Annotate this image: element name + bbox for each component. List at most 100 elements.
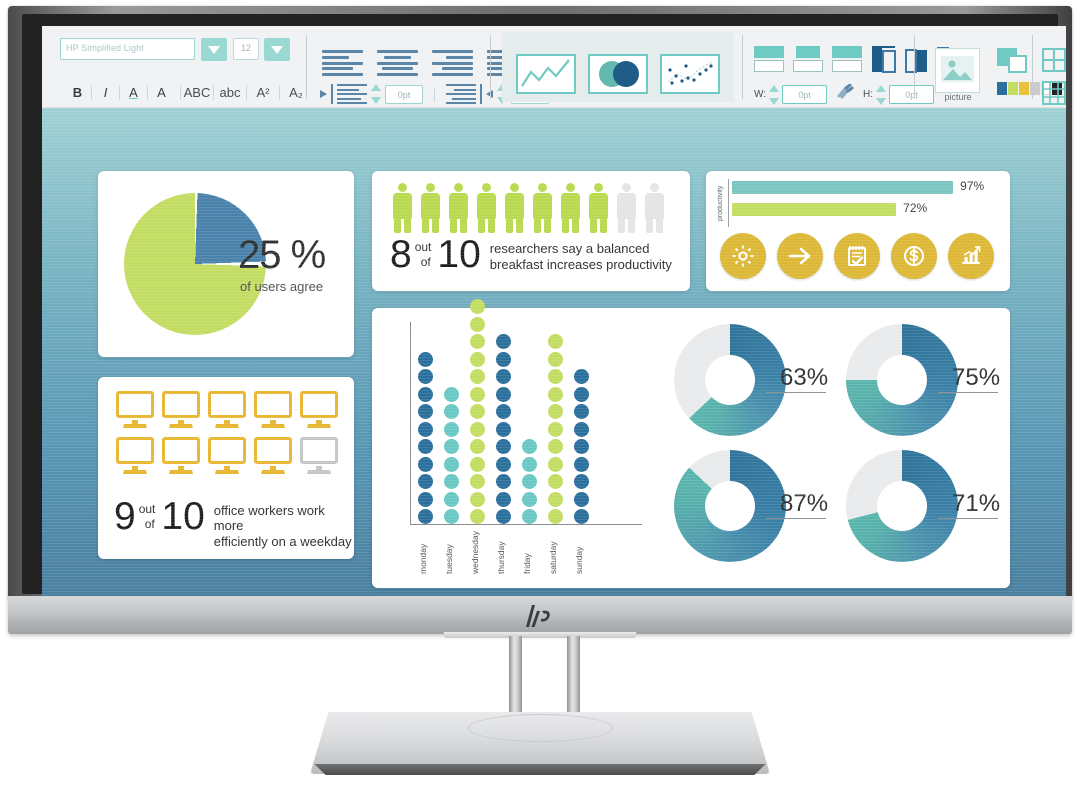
dot-marker [496,386,511,402]
grid-3x3-icon[interactable] [1042,81,1066,110]
card-users-agree[interactable]: 25 % of users agree [98,171,354,357]
dot-marker [418,439,433,454]
workers-numerator: 9 [114,495,136,538]
donut-value-label: 75% [952,364,1001,391]
researchers-out: out [414,240,432,254]
superscript-button[interactable]: A² [247,82,279,102]
stand-base-lip [314,764,766,775]
align-top-icon[interactable] [754,46,784,72]
venn-chart-button[interactable] [588,54,648,94]
font-name-value: HP Simplified Light [66,43,144,53]
divider [914,35,915,99]
person-icon [530,183,555,233]
dot-plot-column [470,299,487,524]
monitor-chin-bar [8,596,1072,634]
align-right-icon[interactable] [432,50,473,76]
distribute-center-icon[interactable] [904,46,928,74]
height-stepper[interactable] [876,84,887,105]
dot-marker [574,456,589,472]
dot-marker [496,369,511,384]
researchers-text-line1: researchers say a balanced [489,241,650,256]
donut-ring [846,450,958,562]
divider [306,35,307,99]
dot-marker [548,456,563,472]
font-name-input[interactable]: HP Simplified Light [60,38,195,60]
dollar-icon[interactable] [891,233,937,279]
grid-2x2-icon[interactable] [1042,48,1066,77]
align-bottom-icon[interactable] [832,46,862,72]
donut-chart: 63% [662,320,832,444]
dot-marker [418,404,433,419]
dot-marker [574,439,589,454]
chart-type-group [502,32,734,102]
dot-marker [444,491,459,507]
dot-marker [522,491,537,507]
card-researchers[interactable]: 8 out of 10 researchers say a balanced b… [372,171,690,291]
divider [742,35,743,99]
align-middle-icon[interactable] [793,46,823,72]
donut-chart: 71% [834,446,1004,570]
monitor-icon [206,437,248,477]
indent-right-icon[interactable] [446,84,476,104]
align-left-icon[interactable] [322,50,363,76]
researchers-numerator: 8 [390,233,412,276]
dot-marker [470,439,485,454]
dot-plot-tick-label: sunday [574,546,584,574]
height-input[interactable]: 0pt [889,85,935,104]
screenshot-root: HP Simplified Light 12 B I A A ABC abc A… [0,0,1080,787]
arrow-right-icon[interactable] [777,233,823,279]
dot-plot-column [444,386,461,524]
dot-marker [548,369,563,384]
monitor-bezel: HP Simplified Light 12 B I A A ABC abc A… [8,6,1072,600]
italic-button[interactable]: I [92,82,119,102]
shape-fill-icon[interactable] [997,48,1031,81]
dot-marker [470,509,485,524]
lowercase-button[interactable]: abc [214,82,246,102]
dot-marker [496,439,511,454]
donut-value-label: 87% [780,490,829,517]
align-center-icon[interactable] [377,50,418,76]
card-office-workers[interactable]: 9 out of 10 office workers work more eff… [98,377,354,559]
donut-value-label: 63% [780,364,829,391]
clipboard-check-icon[interactable] [834,233,880,279]
app-toolbar: HP Simplified Light 12 B I A A ABC abc A… [42,26,1066,108]
link-dimensions-icon[interactable] [836,83,854,105]
dot-plot-x-axis [410,524,642,525]
uppercase-button[interactable]: ABC [181,82,213,102]
font-color-button[interactable]: A [148,82,175,102]
line-chart-button[interactable] [516,54,576,94]
monitor-icon [160,437,202,477]
scatter-chart-button[interactable] [660,54,720,94]
dot-marker [496,421,511,437]
font-name-dropdown-icon[interactable] [201,38,227,61]
distribute-left-icon[interactable] [871,46,896,74]
bold-button[interactable]: B [64,82,91,102]
dot-marker [444,404,459,419]
card-productivity[interactable]: productivity 97% 72% [706,171,1010,291]
subscript-button[interactable]: A₂ [280,82,312,102]
dot-marker [470,456,485,472]
dot-plot-tick-label: friday [522,553,532,574]
indent-left-stepper[interactable] [371,84,381,104]
people-pictogram [390,183,667,233]
bar-chart-icon[interactable] [948,233,994,279]
dot-marker [470,474,485,489]
layout-group [1042,48,1066,110]
gear-icon[interactable] [720,233,766,279]
dot-marker [444,439,459,454]
insert-picture-button[interactable] [935,48,980,93]
width-stepper[interactable] [769,84,780,105]
font-size-input[interactable]: 12 [233,38,259,60]
dot-marker [418,491,433,507]
width-input[interactable]: 0pt [782,85,828,104]
dot-marker [574,404,589,419]
indent-left-icon[interactable] [337,84,367,104]
indent-left-value[interactable]: 0pt [385,84,423,104]
monitor-screen: HP Simplified Light 12 B I A A ABC abc A… [42,26,1066,598]
dot-marker [522,509,537,524]
card-weekly-chart[interactable]: monday tuesday wednesday thursday friday satu… [372,299,1010,588]
workers-of: of [144,517,155,531]
donut-leader-line [766,518,826,519]
font-size-dropdown-icon[interactable] [264,38,290,61]
underline-button[interactable]: A [120,82,147,102]
